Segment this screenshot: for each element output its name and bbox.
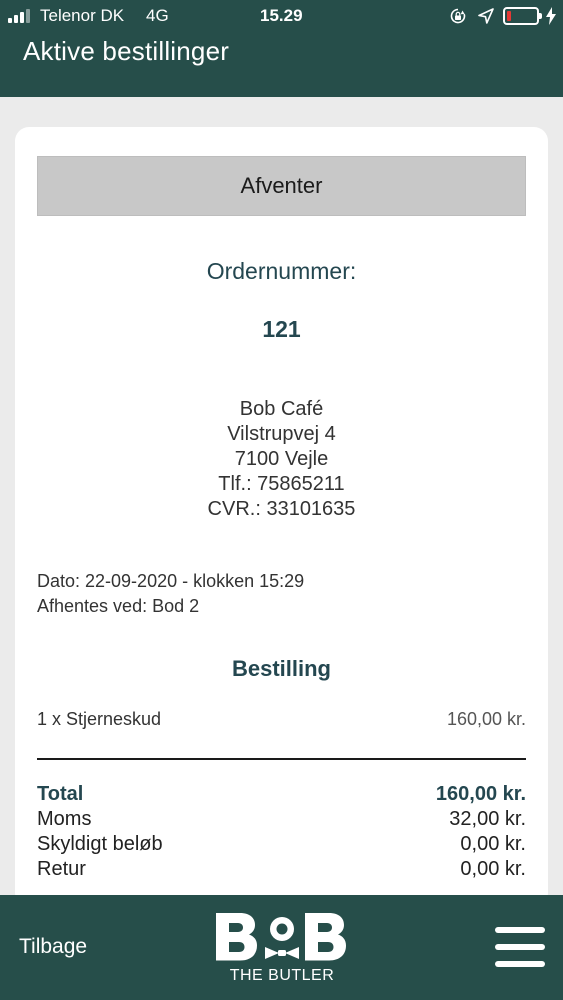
shop-name: Bob Café bbox=[239, 398, 324, 420]
pickup-location: Afhentes ved: Bod 2 bbox=[37, 596, 200, 616]
order-number-label: Ordernummer: bbox=[206, 258, 357, 284]
clock: 15.29 bbox=[260, 6, 303, 25]
amount-due-value: 0,00 kr. bbox=[460, 833, 526, 855]
screen-lock-icon bbox=[450, 8, 466, 24]
signal-icon bbox=[8, 9, 34, 23]
change-label: Retur bbox=[37, 858, 86, 880]
change-row: Retur 0,00 kr. bbox=[37, 858, 526, 883]
total-row: Total 160,00 kr. bbox=[37, 783, 526, 808]
charging-bolt-icon bbox=[546, 7, 556, 25]
item-description: 1 x Stjerneskud bbox=[37, 709, 162, 729]
logo-tagline: THE BUTLER bbox=[229, 967, 335, 984]
item-price: 160,00 kr. bbox=[446, 709, 526, 729]
shop-street: Vilstrupvej 4 bbox=[227, 423, 336, 445]
logo: THE BUTLER bbox=[212, 909, 352, 989]
menu-icon[interactable] bbox=[495, 925, 547, 969]
amount-due-row: Skyldigt beløb 0,00 kr. bbox=[37, 833, 526, 858]
totals-block: Total 160,00 kr. Moms 32,00 kr. Skyldigt… bbox=[37, 783, 526, 883]
order-date: Dato: 22-09-2020 - klokken 15:29 bbox=[37, 571, 305, 591]
total-value: 160,00 kr. bbox=[435, 783, 526, 805]
app-header: Telenor DK 4G 15.29 Aktive bestillinger bbox=[0, 0, 563, 97]
order-status-badge: Afventer bbox=[37, 156, 526, 216]
location-arrow-icon bbox=[478, 8, 494, 24]
status-bar: Telenor DK 4G 15.29 bbox=[0, 0, 563, 30]
bottom-bar: Tilbage THE BUTLER bbox=[0, 895, 563, 1000]
amount-due-label: Skyldigt beløb bbox=[37, 833, 163, 855]
battery-icon bbox=[503, 7, 542, 25]
carrier-name: Telenor DK bbox=[40, 6, 125, 25]
vat-label: Moms bbox=[37, 808, 92, 830]
items-section-title: Bestilling bbox=[231, 656, 331, 681]
network-type: 4G bbox=[146, 6, 169, 25]
vat-value: 32,00 kr. bbox=[449, 808, 526, 830]
total-label: Total bbox=[37, 783, 84, 805]
order-card: Afventer Ordernummer: 121 Bob Café Vilst… bbox=[15, 127, 548, 907]
order-meta: Dato: 22-09-2020 - klokken 15:29 Afhente… bbox=[37, 569, 304, 619]
shop-info: Bob Café Vilstrupvej 4 7100 Vejle Tlf.: … bbox=[15, 397, 548, 522]
logo-wordmark bbox=[216, 913, 346, 961]
divider bbox=[37, 758, 526, 760]
change-value: 0,00 kr. bbox=[460, 858, 526, 880]
order-number: 121 bbox=[262, 316, 301, 342]
vat-row: Moms 32,00 kr. bbox=[37, 808, 526, 833]
shop-cvr: CVR.: 33101635 bbox=[207, 498, 356, 520]
shop-city: 7100 Vejle bbox=[234, 448, 329, 470]
back-button[interactable]: Tilbage bbox=[19, 935, 87, 959]
page-title: Aktive bestillinger bbox=[23, 36, 230, 66]
shop-phone: Tlf.: 75865211 bbox=[218, 473, 345, 495]
